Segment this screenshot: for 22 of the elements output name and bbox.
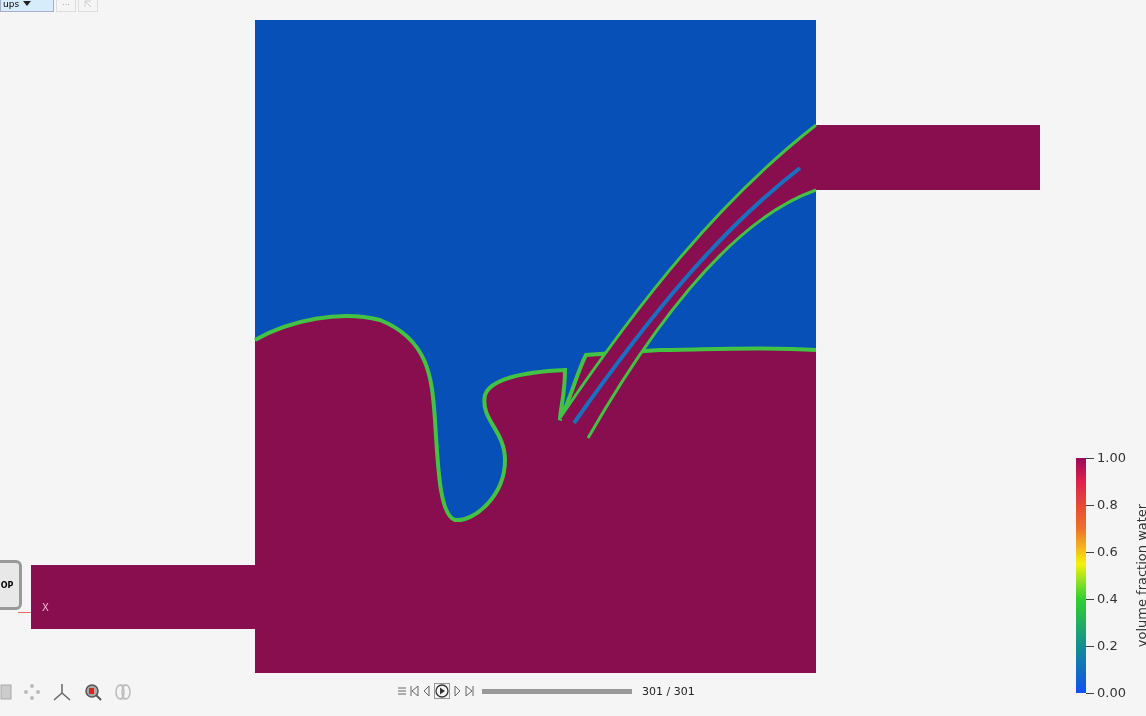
caret-icon [23,1,32,7]
play-icon[interactable] [434,683,450,699]
legend-tick-label: 0.8 [1097,497,1118,512]
time-slider[interactable] [482,688,632,694]
orientation-cube: OP [0,560,22,610]
next-frame-icon[interactable] [454,686,461,696]
legend-tick-label: 0.4 [1097,591,1118,606]
groups-dropdown[interactable]: ups [0,0,54,12]
axis-label: X [42,602,49,613]
last-frame-icon[interactable] [465,686,474,696]
legend-tick-label: 1.00 [1097,450,1126,465]
zoom-icon[interactable] [84,683,102,701]
frame-counter: 301 / 301 [642,684,695,698]
legend-title: volume fraction water [1133,502,1146,650]
legend-tick-label: 0.6 [1097,544,1118,559]
previous-frame-icon[interactable] [423,686,430,696]
legend-tick-label: 0.2 [1097,638,1118,653]
arrow-icon [84,0,92,8]
dots-ring-icon[interactable] [24,684,40,700]
axes-icon[interactable] [52,682,72,702]
first-frame-icon[interactable] [410,686,419,696]
legend-tick-label: 0.00 [1097,685,1126,700]
